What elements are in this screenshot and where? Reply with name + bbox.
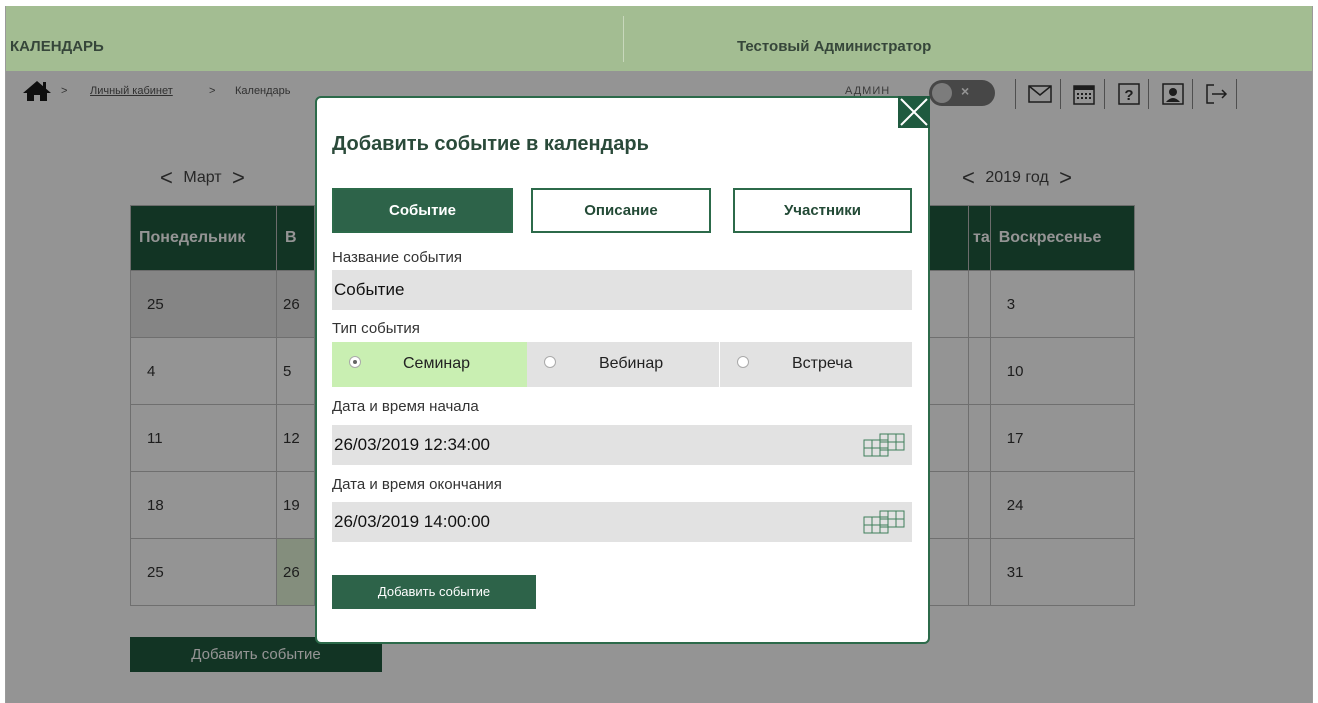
header-divider <box>623 16 624 62</box>
radio-selected-icon <box>349 356 361 368</box>
radio-label: Встреча <box>792 355 853 372</box>
app-title: КАЛЕНДАРЬ <box>10 38 104 55</box>
radio-label: Вебинар <box>599 355 664 372</box>
start-datetime-label: Дата и время начала <box>332 398 479 415</box>
app-window: КАЛЕНДАРЬ Тестовый Администратор > Личны… <box>5 6 1313 703</box>
event-name-label: Название события <box>332 249 462 266</box>
dialog-title: Добавить событие в календарь <box>332 133 649 155</box>
radio-unselected-icon <box>737 356 749 368</box>
add-event-submit-button[interactable]: Добавить событие <box>332 575 536 609</box>
radio-option-seminar[interactable]: Семинар <box>332 342 527 387</box>
calendar-picker-icon[interactable] <box>862 508 908 536</box>
add-event-dialog: Добавить событие в календарь Событие Опи… <box>315 96 930 644</box>
radio-option-webinar[interactable]: Вебинар <box>527 342 719 387</box>
radio-label: Семинар <box>403 355 471 372</box>
end-datetime-input[interactable]: 26/03/2019 14:00:00 <box>332 502 912 542</box>
event-name-input[interactable]: Событие <box>332 270 912 310</box>
start-datetime-value: 26/03/2019 12:34:00 <box>334 435 490 454</box>
close-icon[interactable] <box>898 96 930 128</box>
calendar-picker-icon[interactable] <box>862 431 908 459</box>
end-datetime-value: 26/03/2019 14:00:00 <box>334 512 490 531</box>
radio-unselected-icon <box>544 356 556 368</box>
tab-event[interactable]: Событие <box>332 188 513 233</box>
tab-description[interactable]: Описание <box>531 188 711 233</box>
user-name[interactable]: Тестовый Администратор <box>737 38 931 55</box>
end-datetime-label: Дата и время окончания <box>332 476 502 493</box>
event-type-radio-group: Семинар Вебинар Встреча <box>332 342 912 387</box>
start-datetime-input[interactable]: 26/03/2019 12:34:00 <box>332 425 912 465</box>
tab-participants[interactable]: Участники <box>733 188 912 233</box>
top-header: КАЛЕНДАРЬ Тестовый Администратор <box>6 6 1312 71</box>
radio-option-meeting[interactable]: Встреча <box>719 342 912 387</box>
event-type-label: Тип события <box>332 320 420 337</box>
